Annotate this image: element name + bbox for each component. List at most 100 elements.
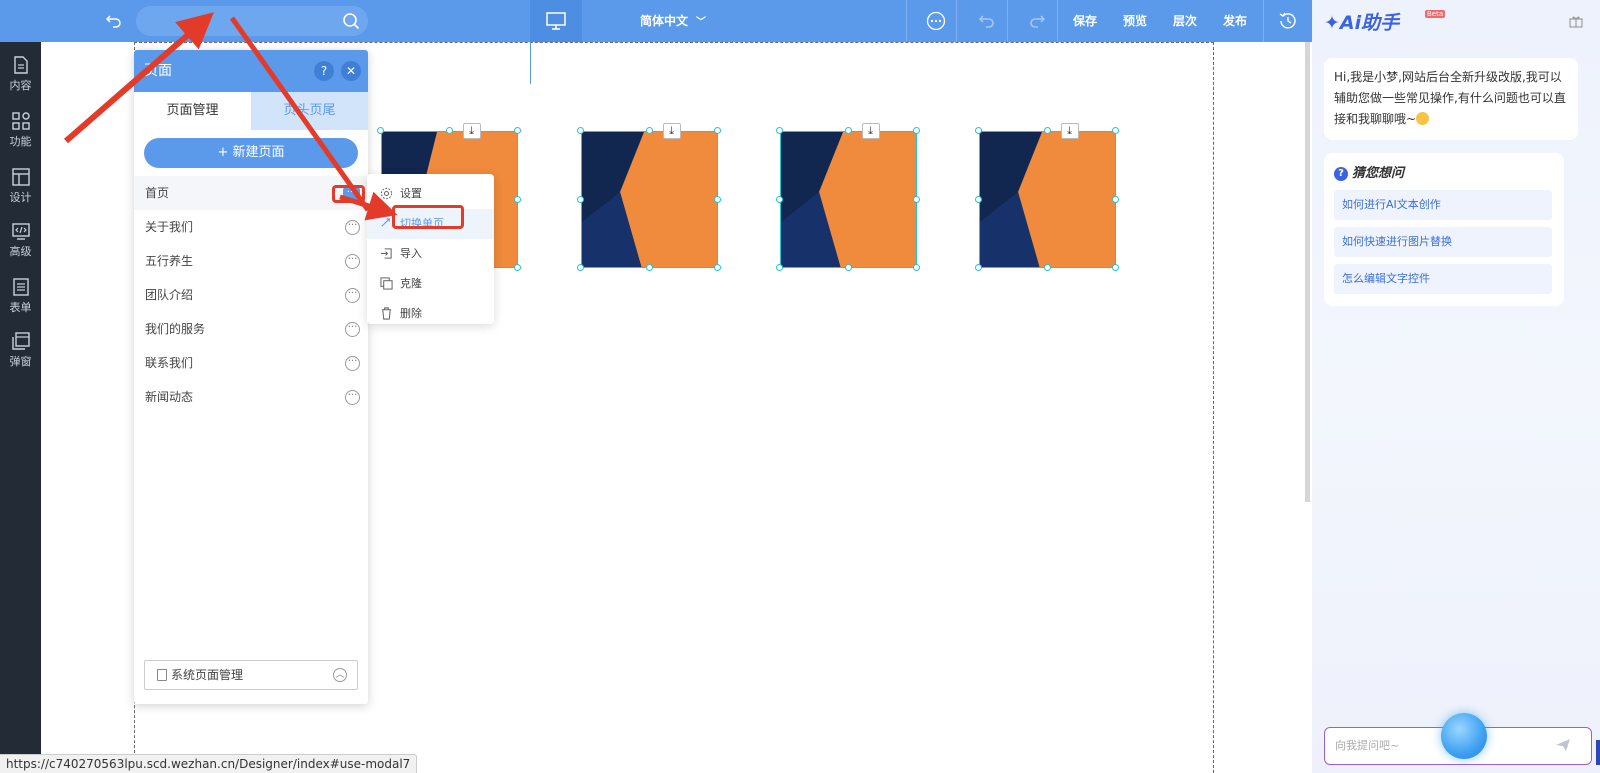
gift-icon[interactable] [1569,14,1583,28]
panel-edge-handle[interactable] [1596,740,1600,765]
resize-handle[interactable] [1112,195,1119,203]
resize-handle[interactable] [714,127,721,134]
sidebar-item-functions[interactable]: 功能 [0,104,41,156]
list-item[interactable]: 五行养生 ··· [134,244,368,278]
panel-title: 页面 [144,63,172,79]
resize-handle[interactable] [1112,264,1119,271]
tab-header-footer[interactable]: 页头页尾 [251,92,368,130]
suggestion-item[interactable]: 如何进行AI文本创作 [1334,190,1552,220]
suggestion-box: ? 猜您想问 如何进行AI文本创作 如何快速进行图片替换 怎么编辑文字控件 [1324,153,1564,306]
more-icon[interactable]: ··· [345,220,360,235]
resize-handle[interactable] [645,127,653,134]
left-sidebar: 内容 功能 设计 高级 表单 弹窗 [0,42,41,773]
sidebar-item-popups[interactable]: 弹窗 [0,324,41,376]
resize-handle[interactable] [776,264,783,271]
new-page-button[interactable]: + 新建页面 [144,138,358,168]
language-select[interactable]: 简体中文 ﹀ [640,0,706,42]
more-icon[interactable]: ··· [345,254,360,269]
sidebar-item-label: 表单 [9,301,32,314]
resize-handle[interactable] [1043,127,1051,134]
resize-handle[interactable] [975,195,982,203]
list-item[interactable]: 我们的服务 ··· [134,312,368,346]
divider [956,0,957,42]
image-element[interactable] [581,131,718,268]
resize-handle[interactable] [1112,127,1119,134]
send-icon[interactable] [1555,737,1571,753]
resize-handle[interactable] [714,195,721,203]
resize-handle[interactable] [514,127,521,134]
more-icon[interactable]: ··· [345,322,360,337]
ai-greeting-text: Hi,我是小梦,网站后台全新升级改版,我可以辅助您做一些常见操作,有什么问题也可… [1334,70,1566,126]
back-icon[interactable] [104,11,124,31]
download-icon[interactable]: ⤓ [462,123,481,139]
sidebar-item-design[interactable]: 设计 [0,160,41,212]
menu-item-clone[interactable]: 克隆 [367,269,494,299]
page-name: 首页 [145,186,170,200]
undo-icon[interactable] [977,11,997,31]
download-icon[interactable]: ⤓ [662,123,681,139]
annotation-highlight-box [332,185,365,203]
resize-handle[interactable] [577,195,584,203]
sidebar-item-forms[interactable]: 表单 [0,270,41,322]
resize-handle[interactable] [975,264,982,271]
list-item[interactable]: 团队介绍 ··· [134,278,368,312]
search-icon[interactable] [342,12,360,30]
system-page-manager-button[interactable]: 系统页面管理 ︿ [144,660,358,690]
history-icon[interactable] [1278,11,1298,31]
sidebar-item-advanced[interactable]: 高级 [0,214,41,266]
desktop-view-button[interactable] [530,0,582,42]
language-label: 简体中文 [640,14,689,28]
suggestion-item[interactable]: 如何快速进行图片替换 [1334,227,1552,257]
resize-handle[interactable] [377,127,384,134]
more-icon[interactable]: ··· [345,356,360,371]
list-item[interactable]: 新闻动态 ··· [134,380,368,414]
resize-handle[interactable] [445,127,453,134]
layers-button[interactable]: 层次 [1173,0,1197,42]
resize-handle[interactable] [844,127,852,134]
divider [1007,0,1008,42]
resize-handle[interactable] [1043,264,1051,271]
image-element[interactable] [780,131,917,268]
page-name: 关于我们 [145,220,194,234]
download-icon[interactable]: ⤓ [1060,123,1079,139]
canvas-scrollbar[interactable] [1305,42,1310,502]
list-item[interactable]: 联系我们 ··· [134,346,368,380]
resize-handle[interactable] [776,195,783,203]
resize-handle[interactable] [645,264,653,271]
menu-item-delete[interactable]: 删除 [367,299,494,329]
resize-handle[interactable] [776,127,783,134]
resize-handle[interactable] [913,195,920,203]
help-icon[interactable]: ? [314,61,334,81]
more-options-icon[interactable] [926,11,946,31]
copy-icon [157,669,167,681]
resize-handle[interactable] [577,264,584,271]
resize-handle[interactable] [577,127,584,134]
resize-handle[interactable] [844,264,852,271]
resize-handle[interactable] [913,127,920,134]
resize-handle[interactable] [975,127,982,134]
tab-page-management[interactable]: 页面管理 [134,92,251,130]
menu-item-import[interactable]: 导入 [367,239,494,269]
resize-handle[interactable] [514,195,521,203]
save-button[interactable]: 保存 [1073,0,1097,42]
ai-orb-icon[interactable] [1441,713,1487,759]
more-icon[interactable]: ··· [345,288,360,303]
resize-handle[interactable] [514,264,521,271]
search-input[interactable] [136,6,368,36]
resize-handle[interactable] [714,264,721,271]
question-icon: ? [1334,167,1348,181]
document-icon [13,56,28,74]
image-element[interactable] [979,131,1116,268]
resize-handle[interactable] [913,264,920,271]
ai-assistant-panel: ✦Ai助手 Beta Hi,我是小梦,网站后台全新升级改版,我可以辅助您做一些常… [1312,0,1600,773]
list-item[interactable]: 关于我们 ··· [134,210,368,244]
suggestion-item[interactable]: 怎么编辑文字控件 [1334,264,1552,294]
more-icon[interactable]: ··· [345,390,360,405]
redo-icon[interactable] [1027,11,1047,31]
close-icon[interactable]: ✕ [341,61,361,81]
sidebar-item-content[interactable]: 内容 [0,48,41,100]
preview-button[interactable]: 预览 [1123,0,1147,42]
download-icon[interactable]: ⤓ [861,123,880,139]
sidebar-item-label: 高级 [9,245,32,258]
publish-button[interactable]: 发布 [1223,0,1247,42]
